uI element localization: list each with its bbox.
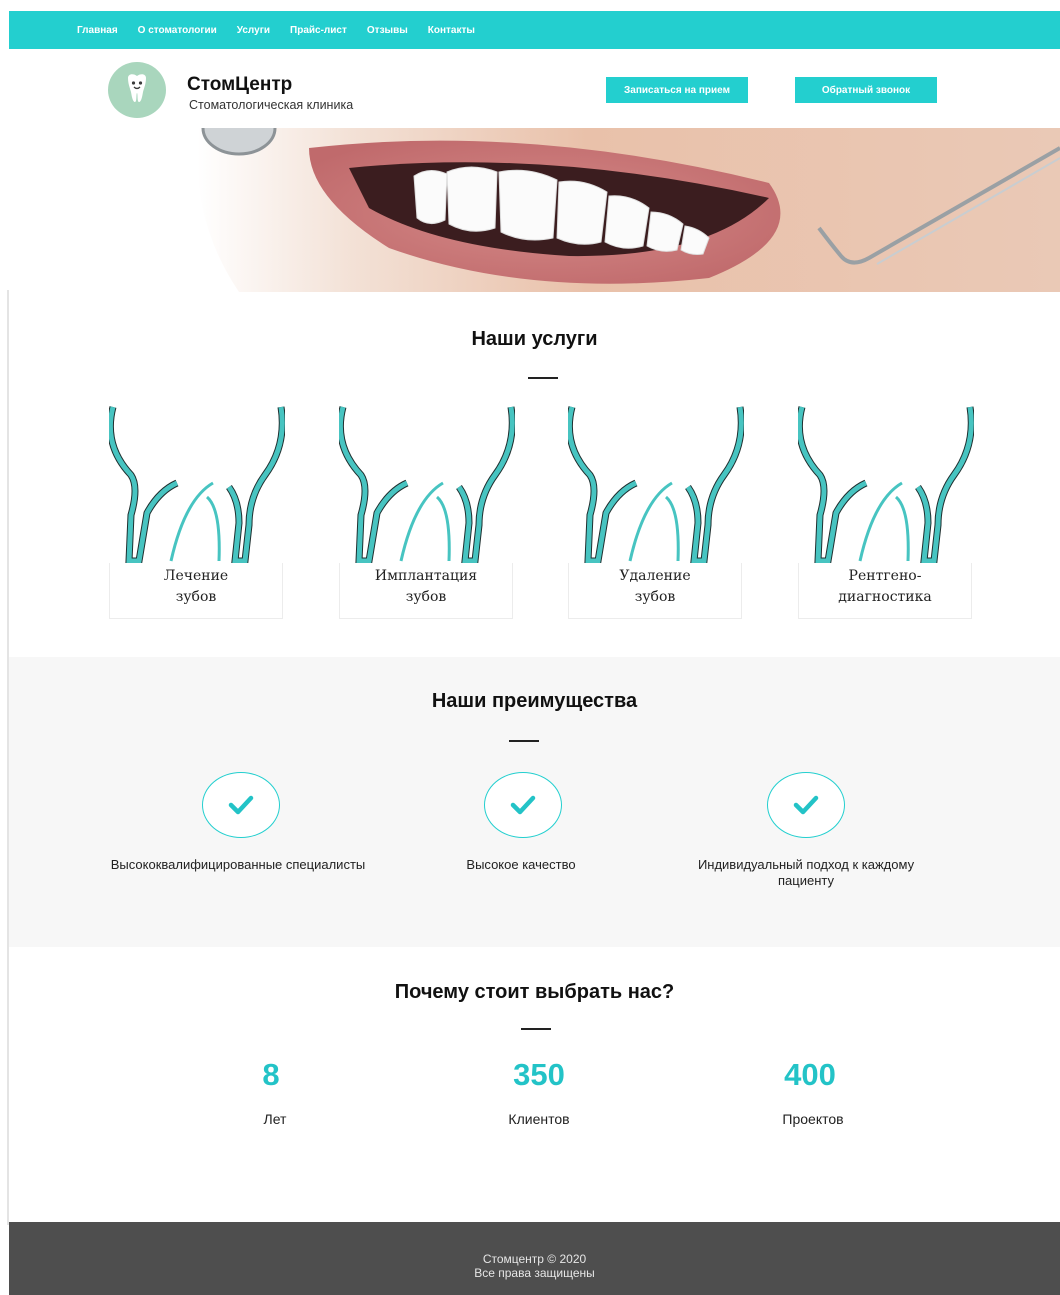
tooth-icon [128,74,146,102]
check-icon [228,795,254,815]
advantage-text: Высокое качество [466,857,576,872]
appointment-button[interactable]: Записаться на прием [606,77,748,103]
nav-item-prices[interactable]: Прайс-лист [290,25,347,36]
top-nav: Главная О стоматологии Услуги Прайс-лист… [9,11,1060,49]
services-title: Наши услуги [471,328,598,350]
stat-label-years: Лет [263,1111,287,1127]
stats-title: Почему стоит выбрать нас? [394,981,675,1003]
service-label: Лечение зубов [109,563,283,619]
left-edge [0,0,9,1295]
service-label: Удаление зубов [568,563,742,619]
advantage-badge [202,772,280,838]
advantage-text: Индивидуальный подход к каждому пациенту [697,857,915,888]
brand-logo[interactable] [108,62,166,118]
service-card-treatment[interactable]: Лечение зубов [109,405,285,620]
tooth-outline-icon [798,406,974,565]
callback-button[interactable]: Обратный звонок [795,77,937,103]
nav-item-home[interactable]: Главная [77,25,118,36]
advantage-badge [767,772,845,838]
stats-divider [521,1028,551,1030]
footer-copyright: Стомцентр © 2020 [482,1252,587,1266]
nav-item-services[interactable]: Услуги [237,25,270,36]
check-icon [793,795,819,815]
stat-value-projects: 400 [784,1057,836,1092]
advantages-divider [509,740,539,742]
nav-item-reviews[interactable]: Отзывы [367,25,408,36]
footer: Стомцентр © 2020 Все права защищены [9,1222,1060,1295]
hero-image [9,128,1060,292]
service-card-implantation[interactable]: Имплантация зубов [339,405,515,620]
page: Главная О стоматологии Услуги Прайс-лист… [9,0,1060,1295]
stat-value-clients: 350 [513,1057,565,1092]
footer-rights: Все права защищены [474,1266,595,1280]
tooth-outline-icon [109,406,285,565]
brand-name[interactable]: СтомЦентр [187,74,292,96]
stat-value-years: 8 [262,1057,280,1092]
service-label: Имплантация зубов [339,563,513,619]
check-icon [510,795,536,815]
advantage-badge [484,772,562,838]
tooth-outline-icon [568,406,744,565]
advantage-text: Высококвалифицированные специалисты [110,857,366,872]
stat-label-projects: Проектов [782,1111,844,1127]
nav-item-contacts[interactable]: Контакты [428,25,475,36]
stat-label-clients: Клиентов [508,1111,570,1127]
brand-tagline: Стоматологическая клиника [189,98,354,112]
smile-illustration [9,128,1060,292]
nav-list: Главная О стоматологии Услуги Прайс-лист… [77,11,495,49]
nav-item-about[interactable]: О стоматологии [138,25,217,36]
service-card-xray[interactable]: Рентгено- диагностика [798,405,974,620]
service-label: Рентгено- диагностика [798,563,972,619]
services-divider [528,377,558,379]
tooth-outline-icon [339,406,515,565]
advantages-title: Наши преимущества [431,690,638,712]
service-card-extraction[interactable]: Удаление зубов [568,405,744,620]
